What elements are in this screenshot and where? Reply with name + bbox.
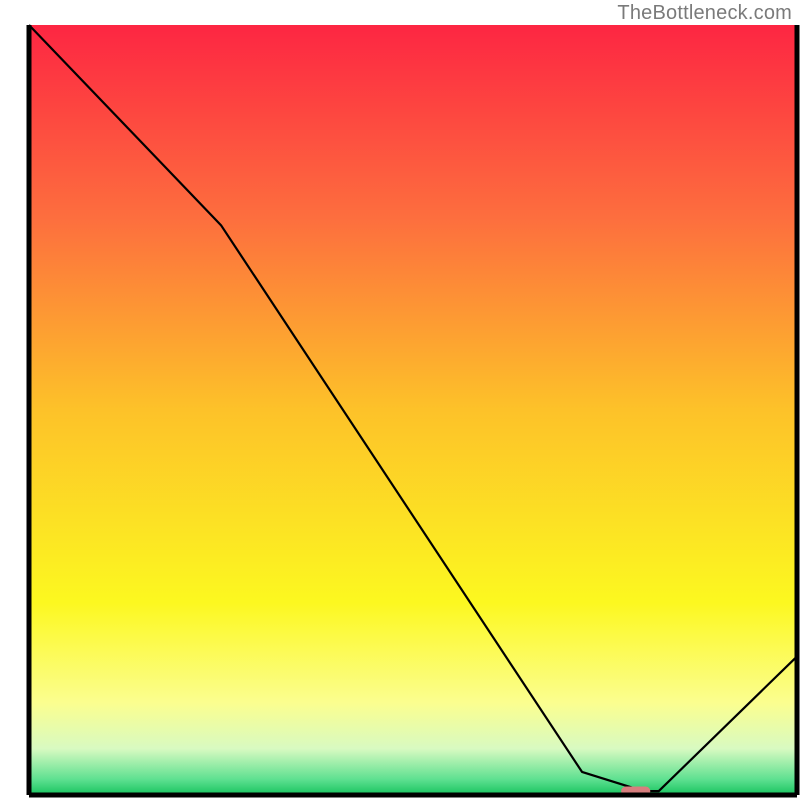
watermark-text: TheBottleneck.com	[617, 2, 792, 25]
chart-background-gradient	[29, 25, 797, 795]
bottleneck-chart	[0, 0, 800, 800]
